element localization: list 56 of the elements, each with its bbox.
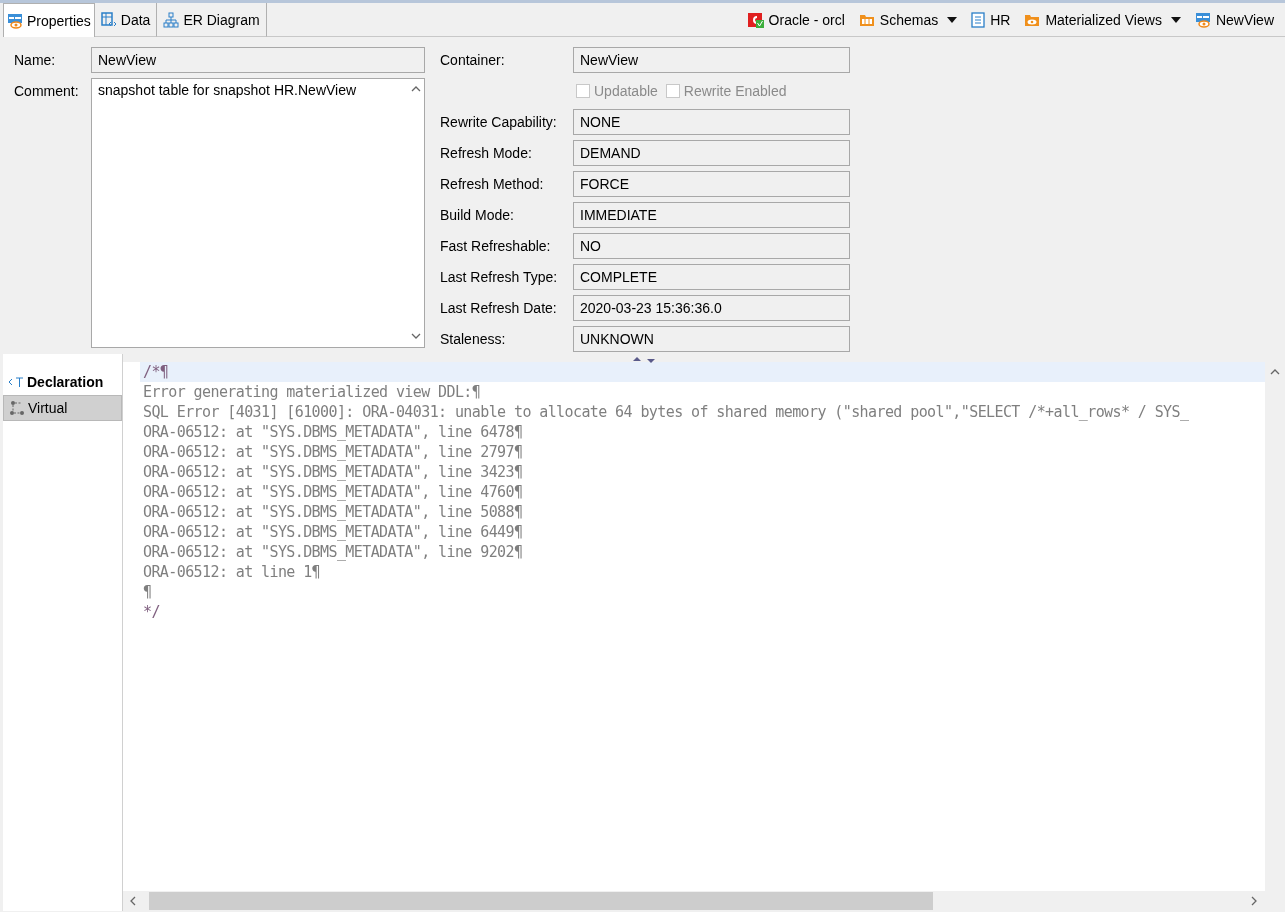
value-field[interactable]: NONE bbox=[573, 109, 850, 135]
field-label: Rewrite Capability: bbox=[440, 113, 558, 132]
code-line: ORA-06512: at "SYS.DBMS_METADATA", line 6478¶ bbox=[142, 422, 524, 442]
checkbox-label: Updatable bbox=[594, 83, 658, 99]
value-field[interactable]: 2020-03-23 15:36:36.0 bbox=[573, 295, 850, 321]
field-label: Refresh Method: bbox=[440, 175, 545, 194]
dropdown-caret-icon[interactable] bbox=[947, 16, 958, 23]
breadcrumb-link[interactable]: Materialized Views bbox=[1045, 11, 1162, 28]
field-label: Refresh Mode: bbox=[440, 144, 533, 163]
name-field[interactable]: NewView bbox=[91, 47, 425, 73]
breadcrumb-link[interactable]: Schemas bbox=[879, 11, 939, 28]
code-line: ORA-06512: at "SYS.DBMS_METADATA", line 2797¶ bbox=[142, 442, 524, 462]
table-code-icon bbox=[100, 11, 117, 28]
table-eye-icon bbox=[7, 12, 23, 29]
value-field[interactable]: NO bbox=[573, 233, 850, 259]
container-field[interactable]: NewView bbox=[573, 47, 850, 73]
database-connection-icon bbox=[747, 11, 764, 28]
declaration-icon bbox=[8, 375, 24, 389]
code-line: ORA-06512: at "SYS.DBMS_METADATA", line 5088¶ bbox=[142, 502, 524, 522]
side-tab[interactable]: Declaration bbox=[3, 369, 122, 395]
code-line: ORA-06512: at line 1¶ bbox=[142, 562, 322, 582]
field-label: Fast Refreshable: bbox=[440, 237, 552, 256]
comment-field[interactable]: snapshot table for snapshot HR.NewView bbox=[91, 78, 425, 348]
field-label: Container: bbox=[440, 51, 506, 70]
table-eye-icon bbox=[1194, 11, 1211, 28]
code-line: ORA-06512: at "SYS.DBMS_METADATA", line 4760¶ bbox=[142, 482, 524, 502]
field-label: Build Mode: bbox=[440, 206, 515, 225]
value-field[interactable]: COMPLETE bbox=[573, 264, 850, 290]
checkbox-label: Rewrite Enabled bbox=[683, 83, 787, 99]
hierarchy-icon bbox=[163, 11, 180, 28]
value-field[interactable]: UNKNOWN bbox=[573, 326, 850, 352]
field-label: Last Refresh Date: bbox=[440, 299, 558, 318]
dropdown-caret-icon[interactable] bbox=[1170, 16, 1181, 23]
splitter-arrows-icon[interactable] bbox=[632, 356, 656, 364]
value-field[interactable]: FORCE bbox=[573, 171, 850, 197]
code-line: ORA-06512: at "SYS.DBMS_METADATA", line 9202¶ bbox=[142, 542, 524, 562]
code-line: */ bbox=[142, 602, 161, 622]
code-line: Error generating materialized view DDL:¶ bbox=[142, 382, 482, 402]
side-tab[interactable]: Virtual bbox=[3, 395, 122, 421]
field-label: Name: bbox=[14, 51, 57, 70]
code-line: SQL Error [4031] [61000]: ORA-04031: unable to allocate 64 bytes of shared memory ("shared pool","SELECT /*+all_rows* / SYS_ bbox=[142, 402, 1190, 422]
value-field[interactable]: DEMAND bbox=[573, 140, 850, 166]
field-label: Last Refresh Type: bbox=[440, 268, 559, 287]
field-label: Staleness: bbox=[440, 330, 507, 349]
field-label: Comment: bbox=[14, 82, 80, 101]
scrollbar-thumb[interactable] bbox=[149, 892, 933, 910]
tab[interactable]: Properties bbox=[3, 3, 95, 37]
code-line: ORA-06512: at "SYS.DBMS_METADATA", line 3423¶ bbox=[142, 462, 524, 482]
breadcrumb-link[interactable]: Oracle - orcl bbox=[768, 11, 845, 28]
value-field[interactable]: IMMEDIATE bbox=[573, 202, 850, 228]
breadcrumb-link[interactable]: NewView bbox=[1215, 11, 1274, 28]
code-line: ORA-06512: at "SYS.DBMS_METADATA", line 6449¶ bbox=[142, 522, 524, 542]
nodes-icon bbox=[9, 400, 25, 416]
code-line: ¶ bbox=[142, 582, 153, 602]
document-icon bbox=[971, 11, 986, 28]
breadcrumb-link[interactable]: HR bbox=[990, 11, 1011, 28]
